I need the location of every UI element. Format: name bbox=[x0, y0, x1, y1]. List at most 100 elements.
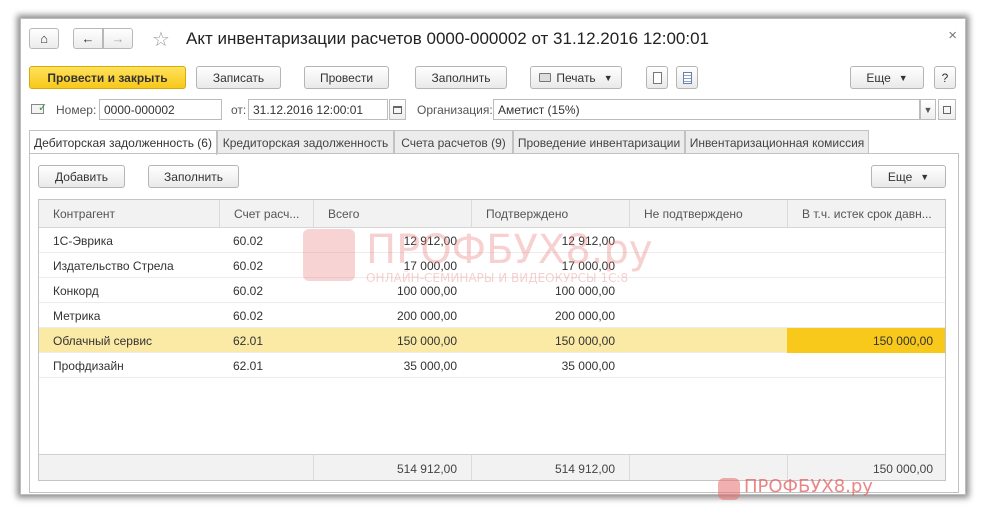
tab-accounts[interactable]: Счета расчетов (9) bbox=[394, 130, 513, 154]
arrow-left-icon: ← bbox=[81, 31, 95, 46]
table-row[interactable]: 1С-Эврика 60.02 12 912,00 12 912,00 bbox=[39, 228, 945, 253]
document-window: ⌂ ← → ☆ Акт инвентаризации расчетов 0000… bbox=[20, 18, 966, 495]
unconfirmed-cell bbox=[629, 328, 787, 353]
help-button[interactable]: ? bbox=[934, 66, 956, 89]
caret-down-icon: ▼ bbox=[603, 72, 613, 83]
report-button[interactable] bbox=[676, 66, 698, 89]
column-header[interactable]: В т.ч. истек срок давн... bbox=[787, 200, 945, 228]
tab-commission[interactable]: Инвентаризационная комиссия bbox=[685, 130, 869, 154]
unconfirmed-cell bbox=[629, 278, 787, 303]
date-label: от: bbox=[231, 103, 247, 117]
caret-down-icon: ▼ bbox=[920, 171, 930, 182]
posted-check-icon: ✓ bbox=[38, 102, 48, 114]
total-sum: 514 912,00 bbox=[313, 455, 471, 480]
expired-cell bbox=[787, 228, 945, 253]
table-more-label: Еще bbox=[887, 169, 913, 184]
column-header[interactable]: Подтверждено bbox=[471, 200, 629, 228]
counterparty-cell: Профдизайн bbox=[53, 359, 124, 373]
unconfirmed-cell bbox=[629, 228, 787, 253]
column-header[interactable]: Не подтверждено bbox=[629, 200, 787, 228]
calendar-icon bbox=[393, 105, 402, 114]
counterparty-cell: Конкорд bbox=[53, 284, 99, 298]
table-row[interactable]: Метрика 60.02 200 000,00 200 000,00 bbox=[39, 303, 945, 328]
account-cell: 60.02 bbox=[233, 234, 264, 248]
title-bar: ⌂ ← → ☆ Акт инвентаризации расчетов 0000… bbox=[21, 19, 965, 59]
organization-open-button[interactable] bbox=[938, 99, 956, 120]
list-icon bbox=[682, 71, 692, 84]
tab-payables[interactable]: Кредиторская задолженность bbox=[217, 130, 394, 154]
column-header[interactable]: Всего bbox=[313, 200, 471, 228]
calendar-button[interactable] bbox=[389, 99, 406, 120]
unconfirmed-cell bbox=[629, 253, 787, 278]
date-field[interactable]: 31.12.2016 12:00:01 bbox=[248, 99, 388, 120]
arrow-right-icon: → bbox=[111, 31, 125, 46]
total-cell: 200 000,00 bbox=[396, 309, 457, 323]
post-label: Провести bbox=[319, 70, 374, 85]
account-cell: 62.01 bbox=[233, 334, 264, 348]
expired-cell bbox=[787, 253, 945, 278]
table-footer-totals: 514 912,00 514 912,00 150 000,00 bbox=[39, 454, 945, 480]
post-and-close-button[interactable]: Провести и закрыть bbox=[29, 66, 186, 89]
unconfirmed-cell bbox=[629, 303, 787, 328]
table-row[interactable]: Конкорд 60.02 100 000,00 100 000,00 bbox=[39, 278, 945, 303]
confirmed-cell: 150 000,00 bbox=[554, 334, 615, 348]
fill-button[interactable]: Заполнить bbox=[415, 66, 507, 89]
post-and-close-label: Провести и закрыть bbox=[47, 70, 168, 85]
post-button[interactable]: Провести bbox=[304, 66, 389, 89]
total-cell: 150 000,00 bbox=[396, 334, 457, 348]
unconfirmed-cell bbox=[629, 353, 787, 378]
column-header[interactable]: Счет расч... bbox=[219, 200, 313, 228]
confirmed-cell: 12 912,00 bbox=[561, 234, 615, 248]
expired-cell bbox=[787, 353, 945, 378]
organization-field[interactable]: Аметист (15%) bbox=[493, 99, 920, 120]
print-label: Печать bbox=[556, 70, 596, 85]
footer-watermark-logo bbox=[718, 478, 740, 500]
expired-cell bbox=[787, 278, 945, 303]
expired-cell-active[interactable]: 150 000,00 bbox=[787, 328, 945, 353]
account-cell: 60.02 bbox=[233, 309, 264, 323]
organization-label: Организация: bbox=[417, 103, 493, 117]
more-label: Еще bbox=[866, 70, 891, 85]
page-title: Акт инвентаризации расчетов 0000-000002 … bbox=[186, 29, 710, 48]
table-fill-label: Заполнить bbox=[164, 169, 223, 184]
chevron-down-icon: ▼ bbox=[923, 104, 933, 115]
add-row-button[interactable]: Добавить bbox=[38, 165, 125, 188]
tab-receivables[interactable]: Дебиторская задолженность (6) bbox=[29, 130, 217, 155]
forward-button[interactable]: → bbox=[103, 28, 133, 49]
confirmed-cell: 100 000,00 bbox=[554, 284, 615, 298]
table-header: Контрагент Счет расч... Всего Подтвержде… bbox=[39, 200, 945, 228]
number-field[interactable]: 0000-000002 bbox=[99, 99, 222, 120]
total-cell: 35 000,00 bbox=[403, 359, 457, 373]
print-button[interactable]: Печать ▼ bbox=[530, 66, 622, 89]
document-structure-button[interactable] bbox=[646, 66, 668, 89]
table-fill-button[interactable]: Заполнить bbox=[148, 165, 239, 188]
confirmed-cell: 35 000,00 bbox=[561, 359, 615, 373]
more-menu-button[interactable]: Еще ▼ bbox=[850, 66, 924, 89]
account-cell: 60.02 bbox=[233, 284, 264, 298]
back-button[interactable]: ← bbox=[73, 28, 103, 49]
account-cell: 62.01 bbox=[233, 359, 264, 373]
table-row[interactable]: Профдизайн 62.01 35 000,00 35 000,00 bbox=[39, 353, 945, 378]
column-header[interactable]: Контрагент bbox=[39, 200, 219, 228]
organization-dropdown-button[interactable]: ▼ bbox=[920, 99, 936, 120]
receivables-table: Контрагент Счет расч... Всего Подтвержде… bbox=[38, 199, 946, 481]
number-label: Номер: bbox=[56, 103, 97, 117]
tab-inventory-posting[interactable]: Проведение инвентаризации bbox=[513, 130, 685, 154]
table-row[interactable]: Издательство Стрела 60.02 17 000,00 17 0… bbox=[39, 253, 945, 278]
confirmed-cell: 17 000,00 bbox=[561, 259, 615, 273]
home-button[interactable]: ⌂ bbox=[29, 28, 59, 49]
save-label: Записать bbox=[212, 70, 265, 85]
printer-icon bbox=[539, 73, 552, 82]
counterparty-cell: 1С-Эврика bbox=[53, 234, 113, 248]
add-label: Добавить bbox=[54, 169, 109, 184]
favorite-star-icon[interactable]: ☆ bbox=[152, 27, 170, 52]
counterparty-cell: Облачный сервис bbox=[53, 334, 153, 348]
close-icon[interactable]: × bbox=[948, 27, 957, 44]
table-row-selected[interactable]: Облачный сервис 62.01 150 000,00 150 000… bbox=[39, 328, 945, 353]
table-more-button[interactable]: Еще ▼ bbox=[871, 165, 946, 188]
save-button[interactable]: Записать bbox=[196, 66, 281, 89]
expired-sum: 150 000,00 bbox=[787, 455, 945, 480]
account-cell: 60.02 bbox=[233, 259, 264, 273]
confirmed-cell: 200 000,00 bbox=[554, 309, 615, 323]
help-icon: ? bbox=[941, 70, 949, 85]
